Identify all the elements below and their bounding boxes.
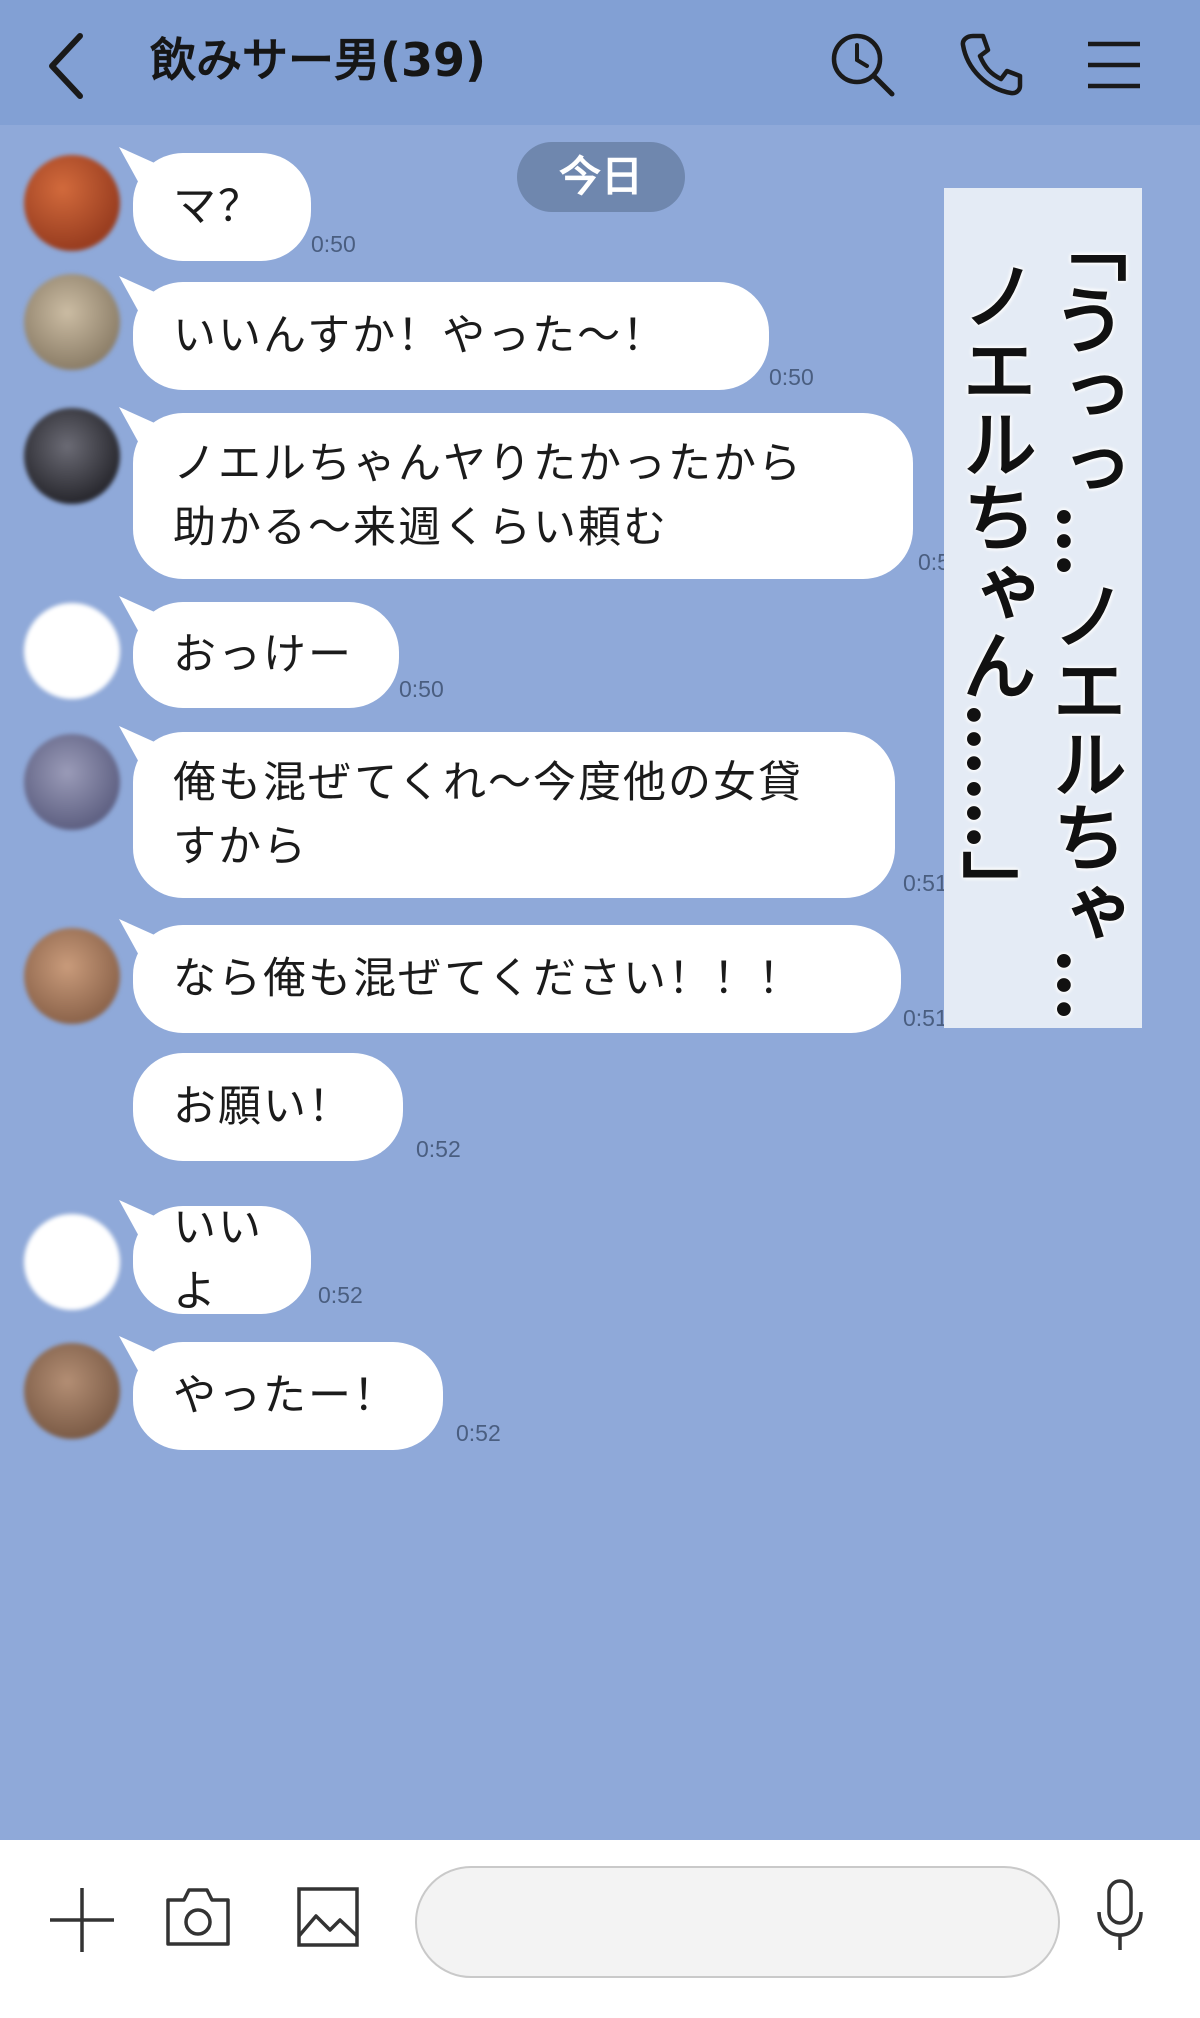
message-time: 0:52 xyxy=(456,1420,501,1446)
plus-icon[interactable] xyxy=(46,1884,118,1956)
avatar[interactable] xyxy=(24,274,120,370)
message-bubble: マ？ xyxy=(133,153,311,261)
search-clock-icon[interactable] xyxy=(826,28,898,100)
message-time: 0:50 xyxy=(769,364,814,390)
camera-icon[interactable] xyxy=(164,1886,232,1948)
manga-caption: 「うっっ…ノエルちゃ… ノエルちゃん……」 xyxy=(944,188,1142,1028)
message-time: 0:52 xyxy=(416,1136,461,1162)
avatar[interactable] xyxy=(24,155,120,251)
message-bubble: いいよ xyxy=(133,1203,311,1317)
message-bubble: お願い！ xyxy=(133,1053,403,1161)
date-separator: 今日 xyxy=(517,142,685,212)
image-icon[interactable] xyxy=(296,1886,360,1948)
avatar[interactable] xyxy=(24,1214,120,1310)
message-bubble: やったー！ xyxy=(133,1342,443,1450)
message-bubble: ノエルちゃんヤりたかったから 助かる〜来週くらい頼む xyxy=(133,413,913,579)
message-time: 0:51 xyxy=(903,1005,948,1031)
message-time: 0:50 xyxy=(399,676,444,702)
avatar[interactable] xyxy=(24,1343,120,1439)
avatar[interactable] xyxy=(24,928,120,1024)
message-time: 0:52 xyxy=(318,1282,363,1308)
chat-title: 飲みサー男(39) xyxy=(150,33,487,87)
message-input[interactable] xyxy=(415,1866,1060,1978)
back-chevron-left-icon[interactable] xyxy=(40,28,96,104)
caption-line-2: ノエルちゃん……」 xyxy=(950,258,1036,924)
avatar[interactable] xyxy=(24,603,120,699)
menu-icon[interactable] xyxy=(1078,28,1150,100)
message-time: 0:50 xyxy=(311,231,356,257)
microphone-icon[interactable] xyxy=(1094,1878,1146,1954)
message-bubble: 俺も混ぜてくれ〜今度他の女貸 すから xyxy=(133,732,895,898)
phone-icon[interactable] xyxy=(955,28,1027,100)
message-bubble: いいんすか！やった〜！ xyxy=(133,282,769,390)
avatar[interactable] xyxy=(24,734,120,830)
chat-screen: 飲みサー男(39) 今日 マ？ 0:50 いいんすか！やった〜！ 0:50 ノエ… xyxy=(0,0,1200,2018)
message-time: 0:51 xyxy=(903,870,948,896)
message-bubble: おっけー xyxy=(133,602,399,708)
message-bubble: なら俺も混ぜてください！！！ xyxy=(133,925,901,1033)
avatar[interactable] xyxy=(24,408,120,504)
chat-header: 飲みサー男(39) xyxy=(0,0,1200,125)
caption-line-1: 「うっっ…ノエルちゃ… xyxy=(1040,208,1126,1022)
